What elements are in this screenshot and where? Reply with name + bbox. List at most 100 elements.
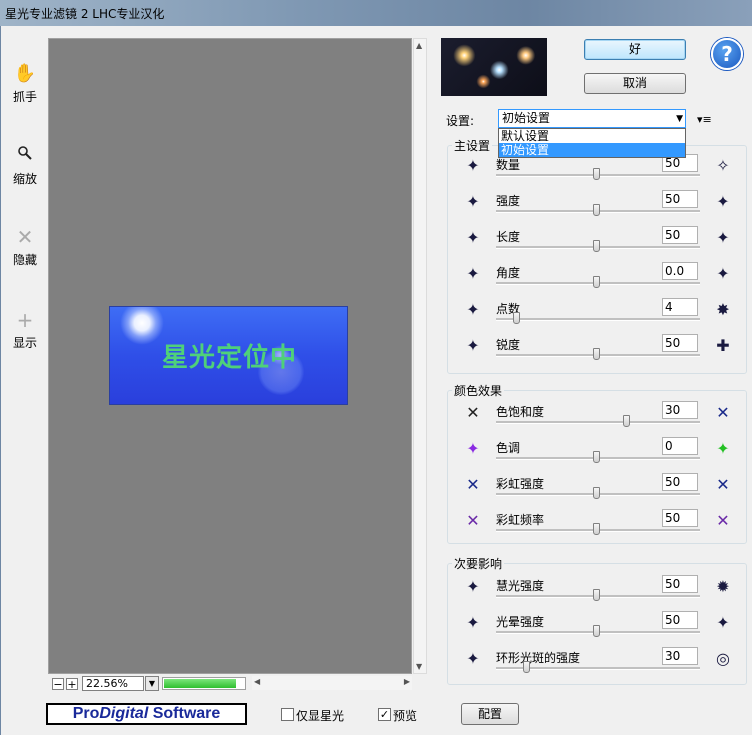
logo-software: Software <box>148 705 221 722</box>
show-tool-label: 显示 <box>12 336 37 350</box>
slider-track[interactable] <box>496 421 700 424</box>
star-x-rainbow-icon: ✕ <box>466 511 480 530</box>
scroll-left-icon[interactable]: ◀ <box>254 677 260 686</box>
param-value-field[interactable]: 4 <box>662 298 698 316</box>
hide-tool[interactable]: ✕ 隐藏 <box>4 225 46 268</box>
chevron-down-icon: ▼ <box>676 114 683 124</box>
param-row: ✦ 数量 50 ✧ <box>448 153 748 189</box>
vertical-scrollbar[interactable]: ▲ ▼ <box>413 38 427 674</box>
param-value-field[interactable]: 50 <box>662 190 698 208</box>
param-label: 长度 <box>496 230 521 244</box>
star-x-rainbow-icon: ✕ <box>716 511 730 530</box>
zoom-tool[interactable]: 缩放 <box>4 144 46 187</box>
param-value-field[interactable]: 50 <box>662 334 698 352</box>
preset-dropdown-list[interactable]: 默认设置 初始设置 <box>498 128 686 158</box>
preview-label: 预览 <box>393 709 418 723</box>
slider-thumb[interactable] <box>593 276 600 288</box>
horizontal-scrollbar[interactable]: ◀ ▶ <box>252 676 412 690</box>
param-row: ✦ 锐度 50 ✚ <box>448 333 748 369</box>
config-button[interactable]: 配置 <box>461 703 519 725</box>
slider-thumb[interactable] <box>593 240 600 252</box>
param-value-field[interactable]: 30 <box>662 401 698 419</box>
param-value-field[interactable]: 0 <box>662 437 698 455</box>
help-button[interactable]: ? <box>711 38 743 70</box>
param-row: ✦ 环形光斑的强度 30 ◎ <box>448 646 748 682</box>
show-tool[interactable]: + 显示 <box>4 308 46 351</box>
slider-thumb[interactable] <box>593 625 600 637</box>
menu-list-icon[interactable]: ▾≡ <box>697 113 712 126</box>
main-settings-title: 主设置 <box>454 139 491 153</box>
banner-text: 星光定位中 <box>161 343 297 373</box>
slider-thumb[interactable] <box>593 523 600 535</box>
slider-thumb[interactable] <box>593 348 600 360</box>
ring-icon: ◎ <box>716 649 730 668</box>
param-value-field[interactable]: 50 <box>662 509 698 527</box>
slider-thumb[interactable] <box>513 312 520 324</box>
prodigital-logo: ProDigital Software <box>46 703 247 725</box>
param-value-field[interactable]: 50 <box>662 473 698 491</box>
param-label: 慧光强度 <box>496 579 545 593</box>
star-x-blue-icon: ✕ <box>716 475 730 494</box>
star-x-dark-icon: ✕ <box>466 403 480 422</box>
star-sharp-icon: ✚ <box>716 336 730 355</box>
preset-option[interactable]: 默认设置 <box>499 129 685 143</box>
logo-pro: Pro <box>72 705 100 722</box>
param-value-field[interactable]: 50 <box>662 611 698 629</box>
param-value-field[interactable]: 0.0 <box>662 262 698 280</box>
hand-tool[interactable]: ✋ 抓手 <box>4 62 46 105</box>
cancel-button[interactable]: 取消 <box>584 73 686 94</box>
color-effects-title: 颜色效果 <box>454 384 503 398</box>
preset-option-selected[interactable]: 初始设置 <box>499 143 685 157</box>
star-4-icon: ✦ <box>466 300 480 319</box>
scroll-up-icon[interactable]: ▲ <box>416 41 422 50</box>
param-label: 锐度 <box>496 338 521 352</box>
param-value-field[interactable]: 30 <box>662 647 698 665</box>
star-small-icon: ✦ <box>466 156 480 175</box>
scroll-down-icon[interactable]: ▼ <box>416 662 422 671</box>
slider-thumb[interactable] <box>523 661 530 673</box>
starburst-thumbnail <box>441 38 547 96</box>
param-label: 角度 <box>496 266 521 280</box>
param-row: ✦ 强度 50 ✦ <box>448 189 748 225</box>
star-green-icon: ✦ <box>716 439 730 458</box>
ok-button[interactable]: 好 <box>584 39 686 60</box>
zoom-in-button[interactable]: + <box>66 678 78 690</box>
star-4-icon: ✦ <box>466 577 480 596</box>
star-4-icon: ✦ <box>466 228 480 247</box>
hand-tool-label: 抓手 <box>12 90 37 104</box>
plus-icon: + <box>16 308 34 332</box>
param-row: ✕ 彩虹频率 50 ✕ <box>448 508 748 544</box>
star-angle-icon: ✦ <box>716 264 730 283</box>
param-value-field[interactable]: 50 <box>662 575 698 593</box>
param-label: 数量 <box>496 158 521 172</box>
param-label: 环形光斑的强度 <box>496 651 581 665</box>
param-row: ✦ 色调 0 ✦ <box>448 436 748 472</box>
preset-selected: 初始设置 <box>502 111 551 125</box>
star-long-icon: ✦ <box>716 228 730 247</box>
slider-thumb[interactable] <box>593 451 600 463</box>
preset-label: 设置: <box>446 114 475 128</box>
preset-select[interactable]: 初始设置 ▼ <box>498 109 686 128</box>
star-purple-icon: ✦ <box>466 439 480 458</box>
preview-checkbox[interactable]: ✓ <box>378 708 391 721</box>
param-label: 彩虹强度 <box>496 477 545 491</box>
secondary-effects-title: 次要影响 <box>454 557 503 571</box>
param-row: ✦ 角度 0.0 ✦ <box>448 261 748 297</box>
param-label: 强度 <box>496 194 521 208</box>
slider-thumb[interactable] <box>593 168 600 180</box>
param-value-field[interactable]: 50 <box>662 226 698 244</box>
slider-thumb[interactable] <box>593 204 600 216</box>
zoom-out-button[interactable]: − <box>52 678 64 690</box>
slider-thumb[interactable] <box>623 415 630 427</box>
slider-thumb[interactable] <box>593 589 600 601</box>
slider-thumb[interactable] <box>593 487 600 499</box>
slider-track[interactable] <box>496 318 700 321</box>
zoom-dropdown-button[interactable]: ▼ <box>145 676 159 691</box>
star-cluster-icon: ✧ <box>716 156 730 175</box>
zoom-field[interactable]: 22.56% <box>82 676 144 691</box>
progress-fill <box>164 679 236 688</box>
star-only-checkbox[interactable] <box>281 708 294 721</box>
star-4-icon: ✦ <box>466 649 480 668</box>
scroll-right-icon[interactable]: ▶ <box>404 677 410 686</box>
zoom-tool-label: 缩放 <box>12 172 37 186</box>
